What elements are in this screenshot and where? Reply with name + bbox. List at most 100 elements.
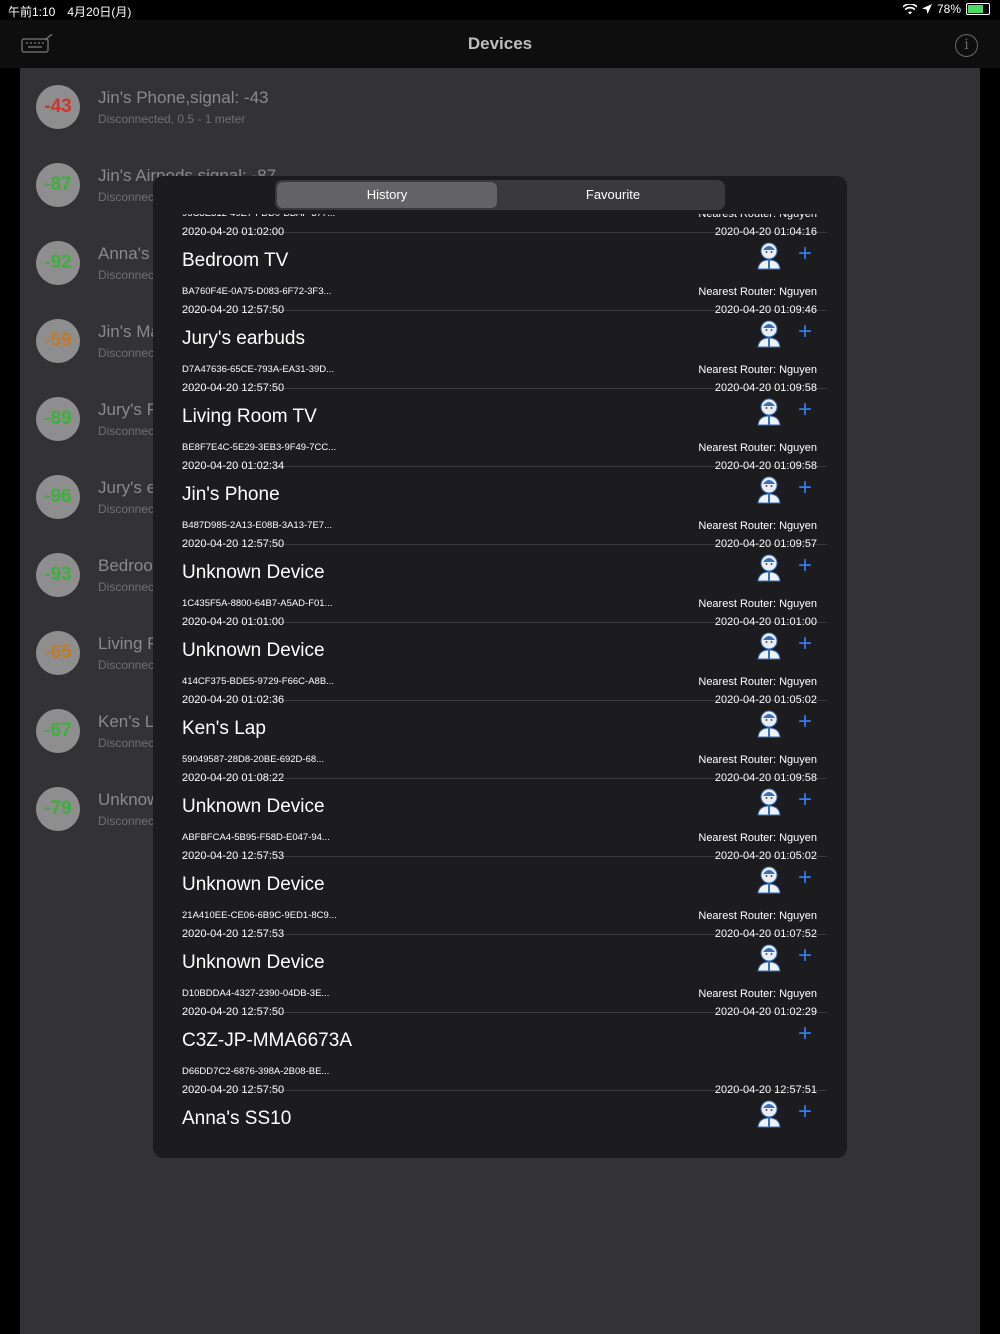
signal-badge: -96 [36, 475, 80, 519]
list-item[interactable]: Unknown Device 414CF375-BDE5-9729-F66C-A… [182, 622, 827, 706]
signal-badge: -43 [36, 85, 80, 129]
device-name: Jin's Phone,signal: -43 [98, 88, 269, 107]
history-popover: History Favourite 96C3E312-49E7-FDD0-BBA… [153, 176, 847, 1158]
device-name: Living R [98, 634, 160, 653]
device-name: Unknown Device [182, 640, 325, 661]
signal-badge: -89 [36, 397, 80, 441]
device-status: Disconnec [98, 268, 155, 282]
device-status: Disconnec [98, 736, 155, 750]
list-item[interactable]: Unknown Device 21A410EE-CE06-6B9C-9ED1-8… [182, 856, 827, 940]
person-avatar-icon[interactable] [756, 242, 782, 270]
add-favourite-button[interactable]: + [792, 943, 818, 969]
list-item[interactable]: Jury's earbuds D7A47636-65CE-793A-EA31-3… [182, 310, 827, 394]
device-name: Ken's L [98, 712, 155, 731]
list-item[interactable]: Bedroom TV BA760F4E-0A75-D083-6F72-3F3..… [182, 232, 827, 316]
device-uuid: 414CF375-BDE5-9729-F66C-A8B... [182, 676, 335, 687]
device-name: Ken's Lap [182, 718, 266, 739]
device-name: C3Z-JP-MMA6673A [182, 1030, 352, 1051]
signal-badge: -79 [36, 787, 80, 831]
signal-badge: -92 [36, 241, 80, 285]
add-favourite-button[interactable]: + [792, 1099, 818, 1125]
list-item[interactable]: Unknown Device D10BDDA4-4327-2390-04DB-3… [182, 934, 827, 1018]
nearest-router: Nearest Router: Nguyen [698, 598, 817, 610]
person-avatar-icon[interactable] [756, 866, 782, 894]
person-avatar-icon[interactable] [756, 632, 782, 660]
nearest-router: Nearest Router: Nguyen [698, 442, 817, 454]
device-status: Disconnec [98, 346, 155, 360]
person-avatar-icon[interactable] [756, 1100, 782, 1128]
device-name: Unknown Device [182, 796, 325, 817]
list-item[interactable]: Unknown Device ABFBFCA4-5B95-F58D-E047-9… [182, 778, 827, 862]
signal-badge: -59 [36, 319, 80, 363]
nearest-router: Nearest Router: Nguyen [698, 364, 817, 376]
nav-bar: Devices i [0, 20, 1000, 68]
list-item[interactable]: Anna's SS10 + [182, 1090, 827, 1158]
nearest-router: Nearest Router: Nguyen [698, 286, 817, 298]
device-name: Unknown Device [182, 562, 325, 583]
device-uuid: 96C3E312-49E7-FDD0-BBAF-377... [182, 214, 335, 219]
device-status: Disconnec [98, 190, 155, 204]
device-name: Jin's Ma [98, 322, 160, 341]
device-name: Unknow [98, 790, 160, 809]
device-uuid: 21A410EE-CE06-6B9C-9ED1-8C9... [182, 910, 337, 921]
device-name: Anna's SS10 [182, 1108, 292, 1129]
person-avatar-icon[interactable] [756, 788, 782, 816]
add-favourite-button[interactable]: + [792, 865, 818, 891]
info-icon[interactable]: i [955, 34, 978, 57]
nearest-router: Nearest Router: Nguyen [698, 832, 817, 844]
location-arrow-icon [921, 4, 932, 14]
list-item[interactable]: Jin's Phone B487D985-2A13-E08B-3A13-7E7.… [182, 466, 827, 550]
device-uuid: BA760F4E-0A75-D083-6F72-3F3... [182, 286, 332, 297]
device-uuid: D66DD7C2-6876-398A-2B08-BE... [182, 1066, 330, 1077]
list-item[interactable]: 96C3E312-49E7-FDD0-BBAF-377... 2020-04-2… [182, 214, 827, 238]
device-name: Anna's [98, 244, 150, 263]
device-uuid: ABFBFCA4-5B95-F58D-E047-94... [182, 832, 330, 843]
device-status: Disconnec [98, 814, 155, 828]
add-favourite-button[interactable]: + [792, 241, 818, 267]
add-favourite-button[interactable]: + [792, 553, 818, 579]
tab-history[interactable]: History [277, 182, 497, 208]
add-favourite-button[interactable]: + [792, 319, 818, 345]
list-item[interactable]: C3Z-JP-MMA6673A D66DD7C2-6876-398A-2B08-… [182, 1012, 827, 1096]
person-avatar-icon[interactable] [756, 398, 782, 426]
device-uuid: 1C435F5A-8800-64B7-A5AD-F01... [182, 598, 333, 609]
add-favourite-button[interactable]: + [792, 787, 818, 813]
person-avatar-icon[interactable] [756, 554, 782, 582]
device-status: Disconnec [98, 424, 155, 438]
nearest-router: Nearest Router: Nguyen [698, 214, 817, 220]
wifi-icon [902, 3, 917, 14]
device-uuid: D7A47636-65CE-793A-EA31-39D... [182, 364, 335, 375]
list-item[interactable]: Living Room TV BE8F7E4C-5E29-3EB3-9F49-7… [182, 388, 827, 472]
status-time: 午前1:10 4月20日(月) [8, 5, 132, 19]
history-list[interactable]: 96C3E312-49E7-FDD0-BBAF-377... 2020-04-2… [153, 214, 847, 1158]
device-status: Disconnec [98, 658, 155, 672]
add-favourite-button[interactable]: + [792, 631, 818, 657]
person-avatar-icon[interactable] [756, 476, 782, 504]
status-right: 78% [902, 2, 990, 16]
list-item[interactable]: Unknown Device 1C435F5A-8800-64B7-A5AD-F… [182, 544, 827, 628]
device-name: Jury's F [98, 400, 157, 419]
device-status: Disconnected, 0.5 - 1 meter [98, 112, 246, 126]
device-status: Disconnec [98, 502, 155, 516]
tab-favourite[interactable]: Favourite [503, 182, 723, 208]
device-uuid: 59049587-28D8-20BE-692D-68... [182, 754, 325, 765]
add-favourite-button[interactable]: + [792, 475, 818, 501]
battery-percent: 78% [936, 2, 961, 16]
nearest-router: Nearest Router: Nguyen [698, 754, 817, 766]
add-favourite-button[interactable]: + [792, 397, 818, 423]
person-avatar-icon[interactable] [756, 944, 782, 972]
segmented-control: History Favourite [275, 180, 725, 210]
nearest-router: Nearest Router: Nguyen [698, 676, 817, 688]
signal-badge: -67 [36, 709, 80, 753]
device-name: Living Room TV [182, 406, 317, 427]
device-name: Bedroom TV [182, 250, 289, 271]
device-uuid: B487D985-2A13-E08B-3A13-7E7... [182, 520, 332, 531]
add-favourite-button[interactable]: + [792, 709, 818, 735]
device-name: Jury's earbuds [182, 328, 305, 349]
person-avatar-icon[interactable] [756, 710, 782, 738]
list-item[interactable]: Ken's Lap 59049587-28D8-20BE-692D-68... … [182, 700, 827, 784]
add-favourite-button[interactable]: + [792, 1021, 818, 1047]
list-item[interactable]: -43 Jin's Phone,signal: -43 Disconnected… [20, 68, 980, 146]
nearest-router: Nearest Router: Nguyen [698, 988, 817, 1000]
person-avatar-icon[interactable] [756, 320, 782, 348]
